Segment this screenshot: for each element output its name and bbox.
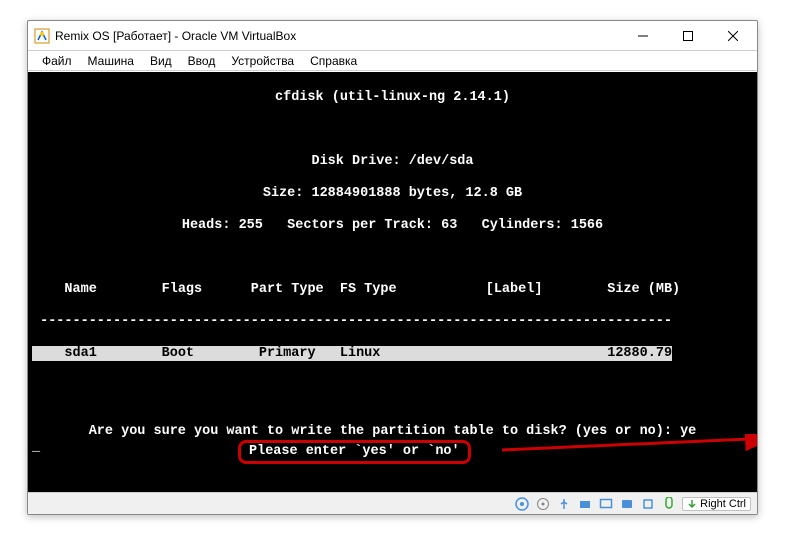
shared-folders-icon[interactable] — [577, 496, 593, 512]
statusbar: Right Ctrl — [28, 492, 757, 514]
arrow-down-icon — [687, 499, 697, 509]
mouse-integration-icon[interactable] — [661, 496, 677, 512]
row-name: sda1 — [64, 346, 96, 361]
col-label: [Label] — [486, 282, 543, 297]
menu-help[interactable]: Справка — [302, 52, 365, 70]
maximize-button[interactable] — [665, 21, 710, 50]
annotation-arrow-icon — [502, 434, 757, 454]
disk-drive-line: Disk Drive: /dev/sda — [32, 154, 753, 170]
col-parttype: Part Type — [251, 282, 324, 297]
col-fstype: FS Type — [340, 282, 397, 297]
record-icon[interactable] — [619, 496, 635, 512]
usb-icon[interactable] — [556, 496, 572, 512]
hostkey-indicator[interactable]: Right Ctrl — [682, 497, 751, 511]
menu-file[interactable]: Файл — [34, 52, 80, 70]
menu-view[interactable]: Вид — [142, 52, 180, 70]
menu-devices[interactable]: Устройства — [223, 52, 302, 70]
table-header-row: Name Flags Part Type FS Type [Label] Siz… — [32, 282, 753, 298]
table-divider: ----------------------------------------… — [32, 314, 753, 330]
menubar: Файл Машина Вид Ввод Устройства Справка — [28, 51, 757, 71]
row-fstype: Linux — [340, 346, 381, 361]
menu-input[interactable]: Ввод — [180, 52, 224, 70]
cursor: _ — [32, 440, 40, 456]
terminal[interactable]: cfdisk (util-linux-ng 2.14.1) Disk Drive… — [28, 72, 757, 492]
menu-machine[interactable]: Машина — [80, 52, 142, 70]
row-size: 12880.79 — [607, 346, 672, 361]
hint-text: Please enter `yes' or `no' — [249, 444, 460, 459]
titlebar: Remix OS [Работает] - Oracle VM VirtualB… — [28, 21, 757, 51]
row-parttype: Primary — [259, 346, 316, 361]
vm-window: Remix OS [Работает] - Oracle VM VirtualB… — [27, 20, 758, 515]
row-flags: Boot — [162, 346, 194, 361]
hostkey-label: Right Ctrl — [700, 498, 746, 510]
close-button[interactable] — [710, 21, 755, 50]
col-size: Size (MB) — [607, 282, 680, 297]
col-name: Name — [64, 282, 96, 297]
col-flags: Flags — [162, 282, 203, 297]
disk-size-line: Size: 12884901888 bytes, 12.8 GB — [32, 186, 753, 202]
window-buttons — [620, 21, 755, 50]
disk-geom-line: Heads: 255 Sectors per Track: 63 Cylinde… — [32, 218, 753, 234]
optical-icon[interactable] — [535, 496, 551, 512]
cpu-icon[interactable] — [640, 496, 656, 512]
table-row[interactable]: sda1 Boot Primary Linux 12880.79 — [32, 346, 672, 361]
app-icon — [34, 28, 50, 44]
minimize-button[interactable] — [620, 21, 665, 50]
cfdisk-header: cfdisk (util-linux-ng 2.14.1) — [32, 90, 753, 106]
harddisk-icon[interactable] — [514, 496, 530, 512]
display-icon[interactable] — [598, 496, 614, 512]
window-title: Remix OS [Работает] - Oracle VM VirtualB… — [55, 29, 620, 43]
hint-highlight: Please enter `yes' or `no' — [238, 440, 471, 464]
